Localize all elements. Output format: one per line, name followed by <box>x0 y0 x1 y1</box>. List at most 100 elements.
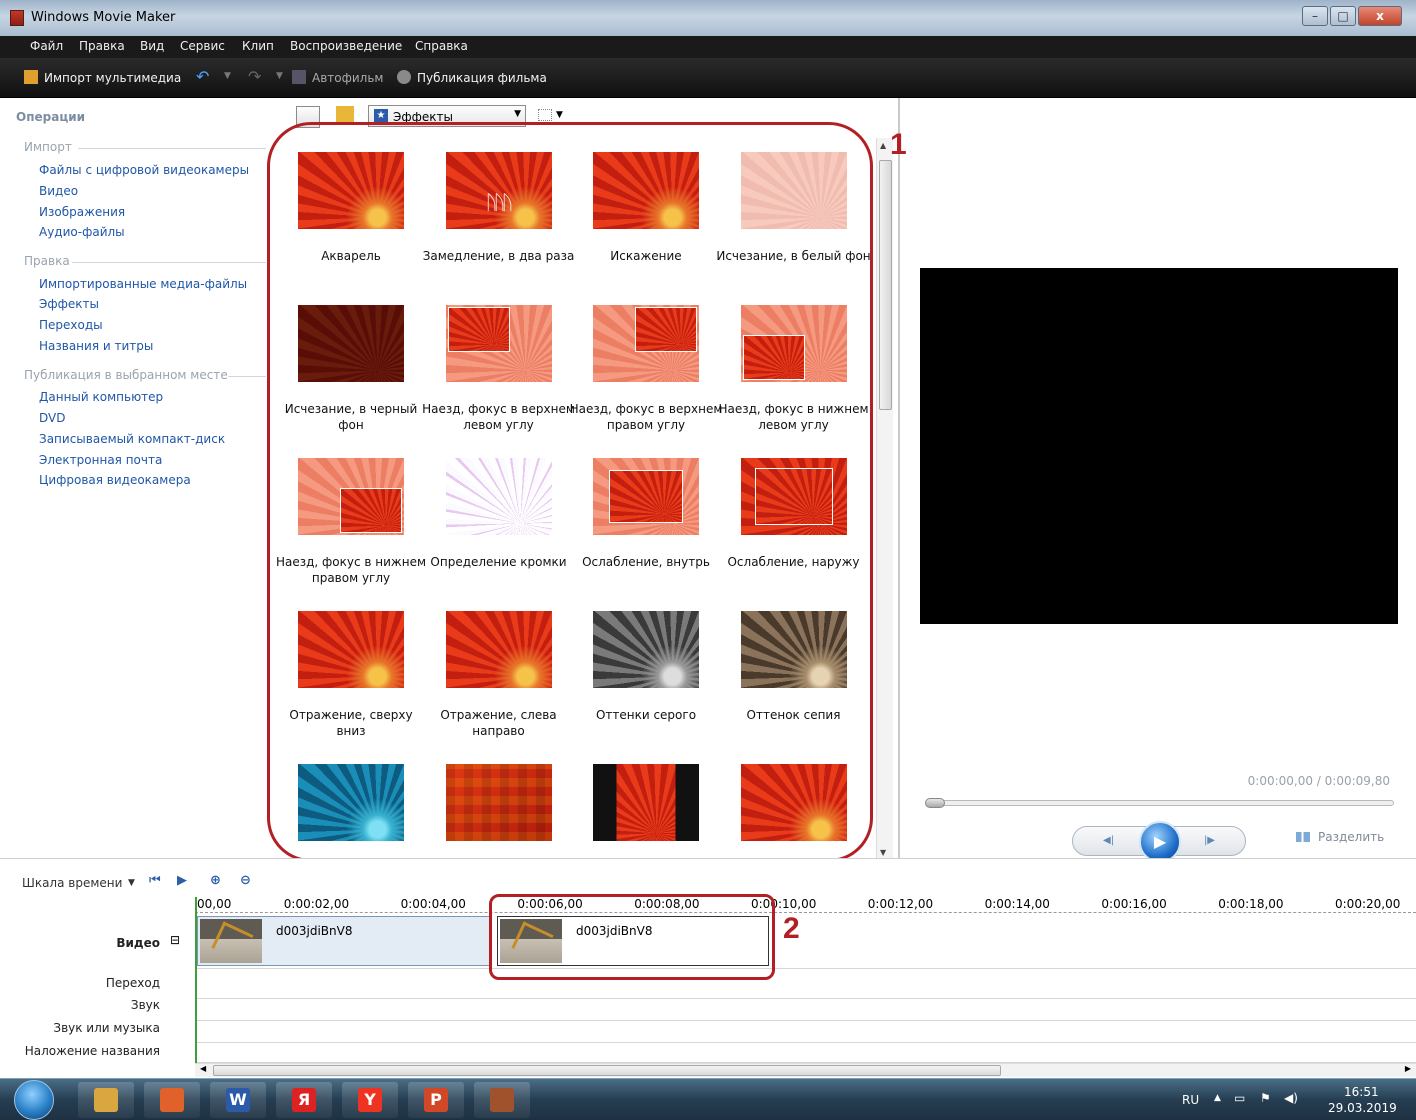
publish-movie-button[interactable]: Публикация фильма <box>417 71 547 85</box>
undo-icon[interactable]: ↶ <box>196 67 209 86</box>
autofilm-button[interactable]: Автофильм <box>312 71 383 85</box>
split-button[interactable]: Разделить <box>1296 830 1384 844</box>
video-track[interactable]: d003jdiBnV8 d003jdiBnV8 <box>195 913 1416 969</box>
link-video[interactable]: Видео <box>39 184 78 198</box>
minimize-button[interactable]: – <box>1302 6 1328 26</box>
link-effects[interactable]: Эффекты <box>39 297 99 311</box>
word-icon: W <box>226 1088 250 1112</box>
menu-clip[interactable]: Клип <box>242 39 274 53</box>
next-frame-icon[interactable]: |▶ <box>1204 835 1215 846</box>
timeline-dropdown[interactable]: Шкала времени <box>22 876 122 890</box>
yandex-browser-icon: Y <box>358 1088 382 1112</box>
explorer-icon <box>94 1088 118 1112</box>
ruler-tick: 0:00:04,00 <box>400 897 466 911</box>
language-indicator[interactable]: RU <box>1182 1093 1199 1107</box>
title-overlay-track[interactable] <box>195 1043 1416 1063</box>
view-options-dropdown-icon[interactable]: ▼ <box>556 110 563 120</box>
link-images[interactable]: Изображения <box>39 205 125 219</box>
network-icon[interactable]: ▭ <box>1234 1091 1245 1105</box>
ruler-tick: 00,00 <box>197 897 232 911</box>
play-timeline-icon[interactable]: ▶ <box>177 873 187 888</box>
timeline-ruler[interactable]: 00,00 0:00:02,00 0:00:04,00 0:00:06,00 0:00:… <box>195 897 1416 913</box>
flag-icon[interactable]: ⚑ <box>1260 1091 1271 1105</box>
annotation-box-1 <box>267 122 873 862</box>
transport-controls: ◀| ▶ |▶ <box>1072 821 1246 863</box>
timeline-clip[interactable]: d003jdiBnV8 <box>197 916 490 966</box>
track-label-video: Видео <box>116 936 160 950</box>
tray-expand-icon[interactable]: ▲ <box>1214 1093 1221 1103</box>
scroll-up-icon[interactable]: ▲ <box>880 141 886 150</box>
timeline-dropdown-chevron-icon[interactable]: ▼ <box>128 878 135 888</box>
undo-dropdown-icon[interactable]: ▼ <box>224 71 231 81</box>
clock-date[interactable]: 29.03.2019 <box>1328 1101 1397 1115</box>
link-transitions[interactable]: Переходы <box>39 318 103 332</box>
start-button[interactable] <box>14 1080 54 1120</box>
timeline-scrollbar[interactable]: ◀ ▶ <box>195 1063 1416 1077</box>
link-email[interactable]: Электронная почта <box>39 453 162 467</box>
taskbar-movie-maker-button[interactable] <box>474 1082 530 1118</box>
volume-icon[interactable]: ◀) <box>1284 1091 1298 1105</box>
scrollbar-thumb[interactable] <box>879 160 892 410</box>
taskbar-media-button[interactable] <box>144 1082 200 1118</box>
media-icon <box>160 1088 184 1112</box>
rewind-timeline-icon[interactable]: ⏮ <box>149 873 161 888</box>
annotation-label-2: 2 <box>783 912 800 945</box>
clock-time[interactable]: 16:51 <box>1344 1085 1379 1099</box>
yandex-icon: Я <box>292 1088 316 1112</box>
scroll-down-icon[interactable]: ▼ <box>880 848 886 857</box>
scroll-left-icon[interactable]: ◀ <box>200 1064 206 1073</box>
link-dvd[interactable]: DVD <box>39 411 65 425</box>
link-audio[interactable]: Аудио-файлы <box>39 225 125 239</box>
taskbar-powerpoint-button[interactable]: P <box>408 1082 464 1118</box>
publish-icon <box>397 70 411 84</box>
menu-playback[interactable]: Воспроизведение <box>290 39 402 53</box>
menu-file[interactable]: Файл <box>30 39 63 53</box>
movie-maker-icon <box>490 1088 514 1112</box>
link-digital-camera[interactable]: Цифровая видеокамера <box>39 473 191 487</box>
tasks-pane: Операции Импорт Файлы с цифровой видеока… <box>0 98 270 858</box>
play-button[interactable]: ▶ <box>1139 821 1181 863</box>
taskbar-yandex-browser-button[interactable]: Y <box>342 1082 398 1118</box>
section-publish: Публикация в выбранном месте <box>24 368 228 382</box>
zoom-out-icon[interactable]: ⊖ <box>240 873 251 888</box>
audio-track[interactable] <box>195 999 1416 1021</box>
ruler-tick: 0:00:12,00 <box>867 897 934 911</box>
link-recordable-cd[interactable]: Записываемый компакт-диск <box>39 432 225 446</box>
scroll-right-icon[interactable]: ▶ <box>1405 1064 1411 1073</box>
redo-icon[interactable]: ↷ <box>248 67 261 86</box>
link-imported-media[interactable]: Импортированные медиа-файлы <box>39 277 247 291</box>
maximize-button[interactable]: □ <box>1330 6 1356 26</box>
menu-bar: Файл Правка Вид Сервис Клип Воспроизведе… <box>0 36 1416 58</box>
view-options-icon[interactable] <box>538 109 552 121</box>
import-media-button[interactable]: Импорт мультимедиа <box>44 71 181 85</box>
ruler-tick: 0:00:02,00 <box>283 897 350 911</box>
taskbar-word-button[interactable]: W <box>210 1082 266 1118</box>
redo-dropdown-icon[interactable]: ▼ <box>276 71 283 81</box>
collapse-video-icon[interactable]: ⊟ <box>170 933 180 947</box>
menu-view[interactable]: Вид <box>140 39 164 53</box>
link-this-computer[interactable]: Данный компьютер <box>39 390 163 404</box>
taskbar-explorer-button[interactable] <box>78 1082 134 1118</box>
zoom-in-icon[interactable]: ⊕ <box>210 873 221 888</box>
link-titles[interactable]: Названия и титры <box>39 339 153 353</box>
transition-track[interactable] <box>195 969 1416 999</box>
close-button[interactable]: x <box>1358 6 1402 26</box>
effects-scrollbar[interactable]: ▲ ▼ <box>876 138 893 860</box>
preview-monitor <box>920 268 1398 624</box>
playhead[interactable] <box>195 897 197 1065</box>
timeline-scrollbar-thumb[interactable] <box>213 1065 1001 1076</box>
menu-edit[interactable]: Правка <box>79 39 125 53</box>
section-divider <box>78 148 266 149</box>
seek-handle[interactable] <box>925 798 945 808</box>
taskbar-yandex-button[interactable]: Я <box>276 1082 332 1118</box>
ruler-tick: 0:00:16,00 <box>1101 897 1167 911</box>
music-track[interactable] <box>195 1021 1416 1043</box>
link-camera-files[interactable]: Файлы с цифровой видеокамеры <box>39 163 249 177</box>
import-icon <box>24 70 38 84</box>
menu-tools[interactable]: Сервис <box>180 39 225 53</box>
seek-bar[interactable] <box>925 798 1394 808</box>
tasks-title: Операции <box>16 110 86 124</box>
menu-help[interactable]: Справка <box>415 39 468 53</box>
preview-pane: 0:00:00,00 / 0:00:09,80 ◀| ▶ |▶ Разделит… <box>898 98 1416 863</box>
previous-frame-icon[interactable]: ◀| <box>1103 835 1114 846</box>
